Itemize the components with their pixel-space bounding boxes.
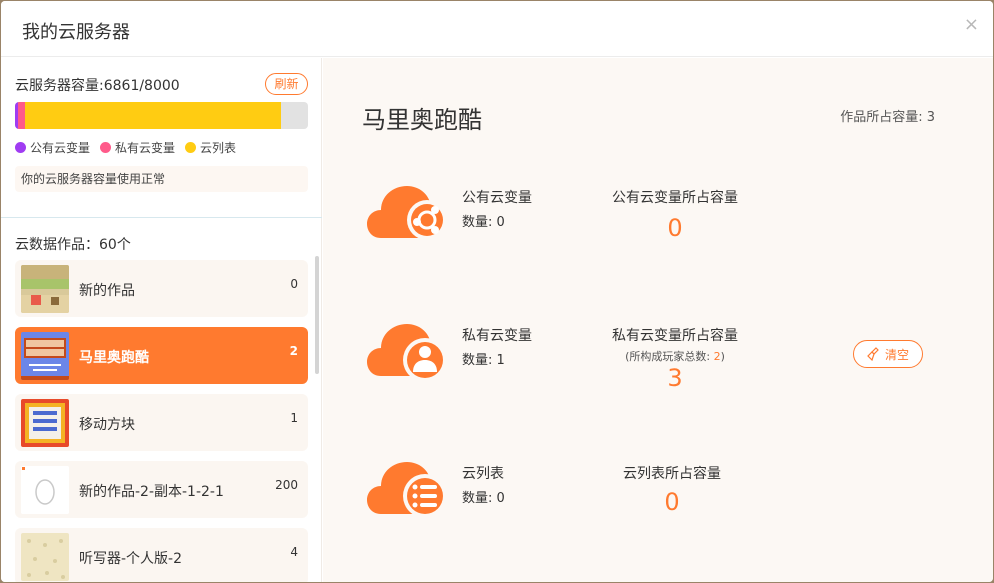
row-type-label: 私有云变量 (462, 328, 532, 344)
work-thumbnail (21, 533, 69, 581)
work-thumbnail (21, 399, 69, 447)
work-item-dictation[interactable]: 听写器-个人版-2 4 (15, 528, 308, 582)
work-item-name: 移动方块 (79, 417, 135, 433)
work-thumbnail (21, 332, 69, 380)
row-capacity-value: 3 (667, 364, 683, 392)
players-label-prefix: (所构成玩家总数: (625, 350, 714, 363)
work-item-name: 听写器-个人版-2 (79, 551, 183, 567)
capacity-status: 你的云服务器容量使用正常 (15, 166, 308, 192)
row-quantity: 数量: 1 (462, 353, 505, 368)
close-icon[interactable]: × (964, 15, 979, 35)
row-capacity-value: 0 (664, 488, 680, 516)
legend-item-list: 云列表 (185, 139, 236, 156)
works-list: 新的作品 0 马里奥跑酷 2 移动方块 1 新的作品-2-副本-1-2-1 20… (15, 260, 308, 582)
work-item-count: 0 (290, 277, 298, 291)
players-label-suffix: ) (720, 350, 725, 363)
public-variable-row: 公有云变量 数量: 0 公有云变量所占容量 0 (323, 180, 993, 270)
legend-label-list: 云列表 (200, 141, 237, 155)
work-item-mario[interactable]: 马里奥跑酷 2 (15, 327, 308, 384)
private-variable-row: 私有云变量 数量: 1 私有云变量所占容量 (所构成玩家总数: 2) 3 清空 (323, 318, 993, 408)
row-quantity: 数量: 0 (462, 491, 505, 506)
dialog-header: 我的云服务器 × (1, 1, 993, 57)
legend-item-private: 私有云变量 (100, 139, 175, 156)
cloud-list-row: 云列表 数量: 0 云列表所占容量 0 (323, 456, 993, 546)
legend-dot-public (15, 142, 26, 153)
capacity-label: 云服务器容量:6861/8000 (15, 78, 180, 94)
project-title: 马里奥跑酷 (362, 106, 482, 134)
players-count: 2 (713, 350, 721, 363)
row-quantity: 数量: 0 (462, 215, 505, 230)
broom-icon (867, 347, 879, 361)
project-capacity: 作品所占容量: 3 (840, 110, 935, 125)
work-item-new[interactable]: 新的作品 0 (15, 260, 308, 317)
work-thumbnail (21, 265, 69, 313)
work-item-name: 新的作品-2-副本-1-2-1 (79, 484, 224, 500)
row-capacity-title: 公有云变量所占容量 (612, 190, 738, 206)
work-item-count: 200 (275, 478, 298, 492)
work-item-name: 新的作品 (79, 283, 135, 299)
row-capacity-subtitle: (所构成玩家总数: 2) (575, 348, 775, 364)
work-item-blocks[interactable]: 移动方块 1 (15, 394, 308, 451)
row-capacity-title: 云列表所占容量 (623, 466, 721, 482)
legend-item-public: 公有云变量 (15, 139, 90, 156)
legend-label-public: 公有云变量 (30, 141, 91, 155)
cloud-server-dialog: 我的云服务器 × 云服务器容量:6861/8000 刷新 公有云变量 私有云变量… (1, 1, 993, 582)
cloud-user-icon (367, 318, 447, 382)
cloud-share-icon (367, 180, 447, 244)
work-thumbnail (21, 466, 69, 514)
capacity-legend: 公有云变量 私有云变量 云列表 (15, 139, 246, 156)
capacity-bar (15, 102, 308, 129)
work-item-count: 4 (290, 545, 298, 559)
legend-dot-private (100, 142, 112, 153)
capacity-segment-private (18, 102, 25, 129)
left-panel: 云服务器容量:6861/8000 刷新 公有云变量 私有云变量 云列表 你的云服… (1, 58, 322, 582)
detail-panel: 马里奥跑酷 作品所占容量: 3 公有云变量 数量: 0 公有云变量所占容量 0 (323, 58, 993, 582)
work-item-copy[interactable]: 新的作品-2-副本-1-2-1 200 (15, 461, 308, 518)
work-item-count: 2 (289, 344, 298, 358)
row-type-label: 公有云变量 (462, 190, 532, 206)
clear-button[interactable]: 清空 (853, 340, 923, 368)
clear-button-label: 清空 (884, 347, 909, 362)
row-capacity-value: 0 (667, 214, 683, 242)
capacity-segment-list (24, 102, 282, 129)
work-item-name: 马里奥跑酷 (79, 350, 149, 366)
works-scrollbar[interactable] (315, 256, 319, 374)
legend-label-private: 私有云变量 (115, 141, 176, 155)
cloud-list-icon (367, 456, 447, 520)
work-item-count: 1 (290, 411, 298, 425)
refresh-button[interactable]: 刷新 (265, 73, 308, 95)
divider (1, 217, 322, 218)
row-capacity-title: 私有云变量所占容量 (612, 328, 738, 344)
legend-dot-list (185, 142, 197, 153)
row-type-label: 云列表 (462, 466, 504, 482)
dialog-title: 我的云服务器 (22, 22, 130, 43)
works-count-label: 云数据作品：60个 (15, 237, 131, 253)
